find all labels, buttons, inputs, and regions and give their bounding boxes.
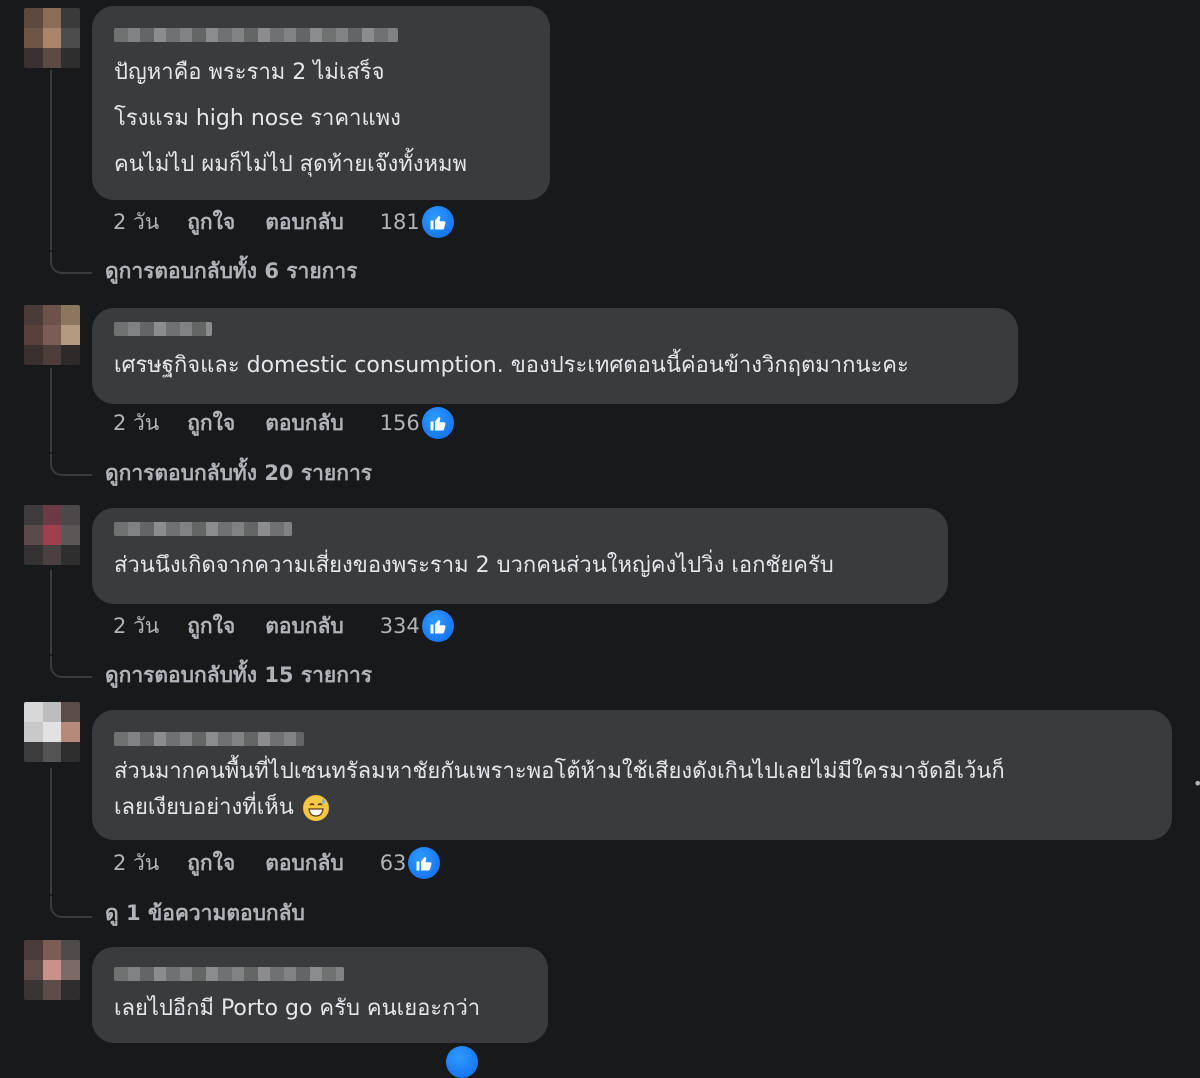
avatar[interactable] xyxy=(24,505,80,565)
view-replies-link[interactable]: ดู 1 ข้อความตอบกลับ xyxy=(105,898,305,928)
avatar[interactable] xyxy=(24,305,80,365)
thread-branch xyxy=(50,656,92,678)
like-button[interactable]: ถูกใจ xyxy=(187,206,235,239)
reply-button[interactable]: ตอบกลับ xyxy=(265,847,344,880)
view-replies-link[interactable]: ดูการตอบกลับทั้ง 15 รายการ xyxy=(105,660,372,690)
like-count[interactable]: 334 xyxy=(380,614,420,638)
comment-text-line: คนไม่ไป ผมก็ไม่ไป สุดท้ายเจ๊งทั้งหมพ xyxy=(114,152,468,177)
comment-text-line: ปัญหาคือ พระราม 2 ไม่เสร็จ xyxy=(114,60,385,85)
author-name-redacted[interactable] xyxy=(114,28,398,42)
comment-text-line: เลยไปอีกมี Porto go ครับ คนเยอะกว่า xyxy=(114,996,481,1021)
like-count[interactable]: 181 xyxy=(380,210,420,234)
comment-actions: 2 วัน ถูกใจ ตอบกลับ 334 xyxy=(113,609,454,643)
thread-line xyxy=(50,368,52,452)
thumbs-up-icon xyxy=(446,1046,478,1078)
comment-text-line: เลยเงียบอย่างที่เห็น xyxy=(114,790,1150,826)
thread-branch xyxy=(50,454,92,476)
comment-actions: 2 วัน ถูกใจ ตอบกลับ 181 xyxy=(113,205,454,239)
comment-bubble: ปัญหาคือ พระราม 2 ไม่เสร็จ โรงแรม high n… xyxy=(92,6,550,200)
comment-time[interactable]: 2 วัน xyxy=(113,610,159,643)
avatar[interactable] xyxy=(24,8,80,68)
comment-text-line-content: เลยเงียบอย่างที่เห็น xyxy=(114,795,294,820)
reply-button[interactable]: ตอบกลับ xyxy=(265,407,344,440)
author-name-redacted[interactable] xyxy=(114,732,304,746)
reply-button[interactable]: ตอบกลับ xyxy=(265,206,344,239)
grinning-sweat-emoji-icon xyxy=(302,795,329,821)
comment-actions: 2 วัน ถูกใจ ตอบกลับ 63 xyxy=(113,846,441,880)
comment-time[interactable]: 2 วัน xyxy=(113,847,159,880)
view-replies-link[interactable]: ดูการตอบกลับทั้ง 20 รายการ xyxy=(105,458,372,488)
thread-line xyxy=(50,70,52,250)
view-replies-link[interactable]: ดูการตอบกลับทั้ง 6 รายการ xyxy=(105,256,357,286)
thread-branch xyxy=(50,252,92,274)
comment-time[interactable]: 2 วัน xyxy=(113,206,159,239)
thread-branch xyxy=(50,896,92,918)
comment-text-line: ส่วนมากคนพื้นที่ไปเซนทรัลมหาชัยกันเพราะพ… xyxy=(114,759,1005,784)
avatar[interactable] xyxy=(24,702,80,762)
comment-time[interactable]: 2 วัน xyxy=(113,407,159,440)
thread-line xyxy=(50,570,52,654)
reply-button[interactable]: ตอบกลับ xyxy=(265,610,344,643)
thread-line xyxy=(50,768,52,894)
author-name-redacted[interactable] xyxy=(114,522,292,536)
comment-text-line: เศรษฐกิจและ domestic consumption. ของประ… xyxy=(114,353,909,378)
comment-bubble: ส่วนมากคนพื้นที่ไปเซนทรัลมหาชัยกันเพราะพ… xyxy=(92,710,1172,840)
author-name-redacted[interactable] xyxy=(114,967,344,981)
more-options-icon[interactable]: • xyxy=(1193,774,1200,793)
thumbs-up-icon xyxy=(421,407,454,439)
thumbs-up-icon xyxy=(421,610,454,642)
thumbs-up-icon xyxy=(421,206,454,238)
like-count[interactable]: 63 xyxy=(380,851,407,875)
like-button[interactable]: ถูกใจ xyxy=(187,407,235,440)
like-button[interactable]: ถูกใจ xyxy=(187,610,235,643)
comment-bubble: เลยไปอีกมี Porto go ครับ คนเยอะกว่า xyxy=(92,947,548,1043)
like-count[interactable]: 156 xyxy=(380,411,420,435)
comment-text-line: โรงแรม high nose ราคาแพง xyxy=(114,106,401,131)
author-name-redacted[interactable] xyxy=(114,322,212,336)
comment-bubble: ส่วนนึงเกิดจากความเสี่ยงของพระราม 2 บวกค… xyxy=(92,508,948,604)
comment-bubble: เศรษฐกิจและ domestic consumption. ของประ… xyxy=(92,308,1018,404)
avatar[interactable] xyxy=(24,940,80,1000)
comment-actions: 2 วัน ถูกใจ ตอบกลับ 156 xyxy=(113,406,454,440)
comment-text-line: ส่วนนึงเกิดจากความเสี่ยงของพระราม 2 บวกค… xyxy=(114,553,834,578)
thumbs-up-icon xyxy=(408,847,441,879)
like-button[interactable]: ถูกใจ xyxy=(187,847,235,880)
